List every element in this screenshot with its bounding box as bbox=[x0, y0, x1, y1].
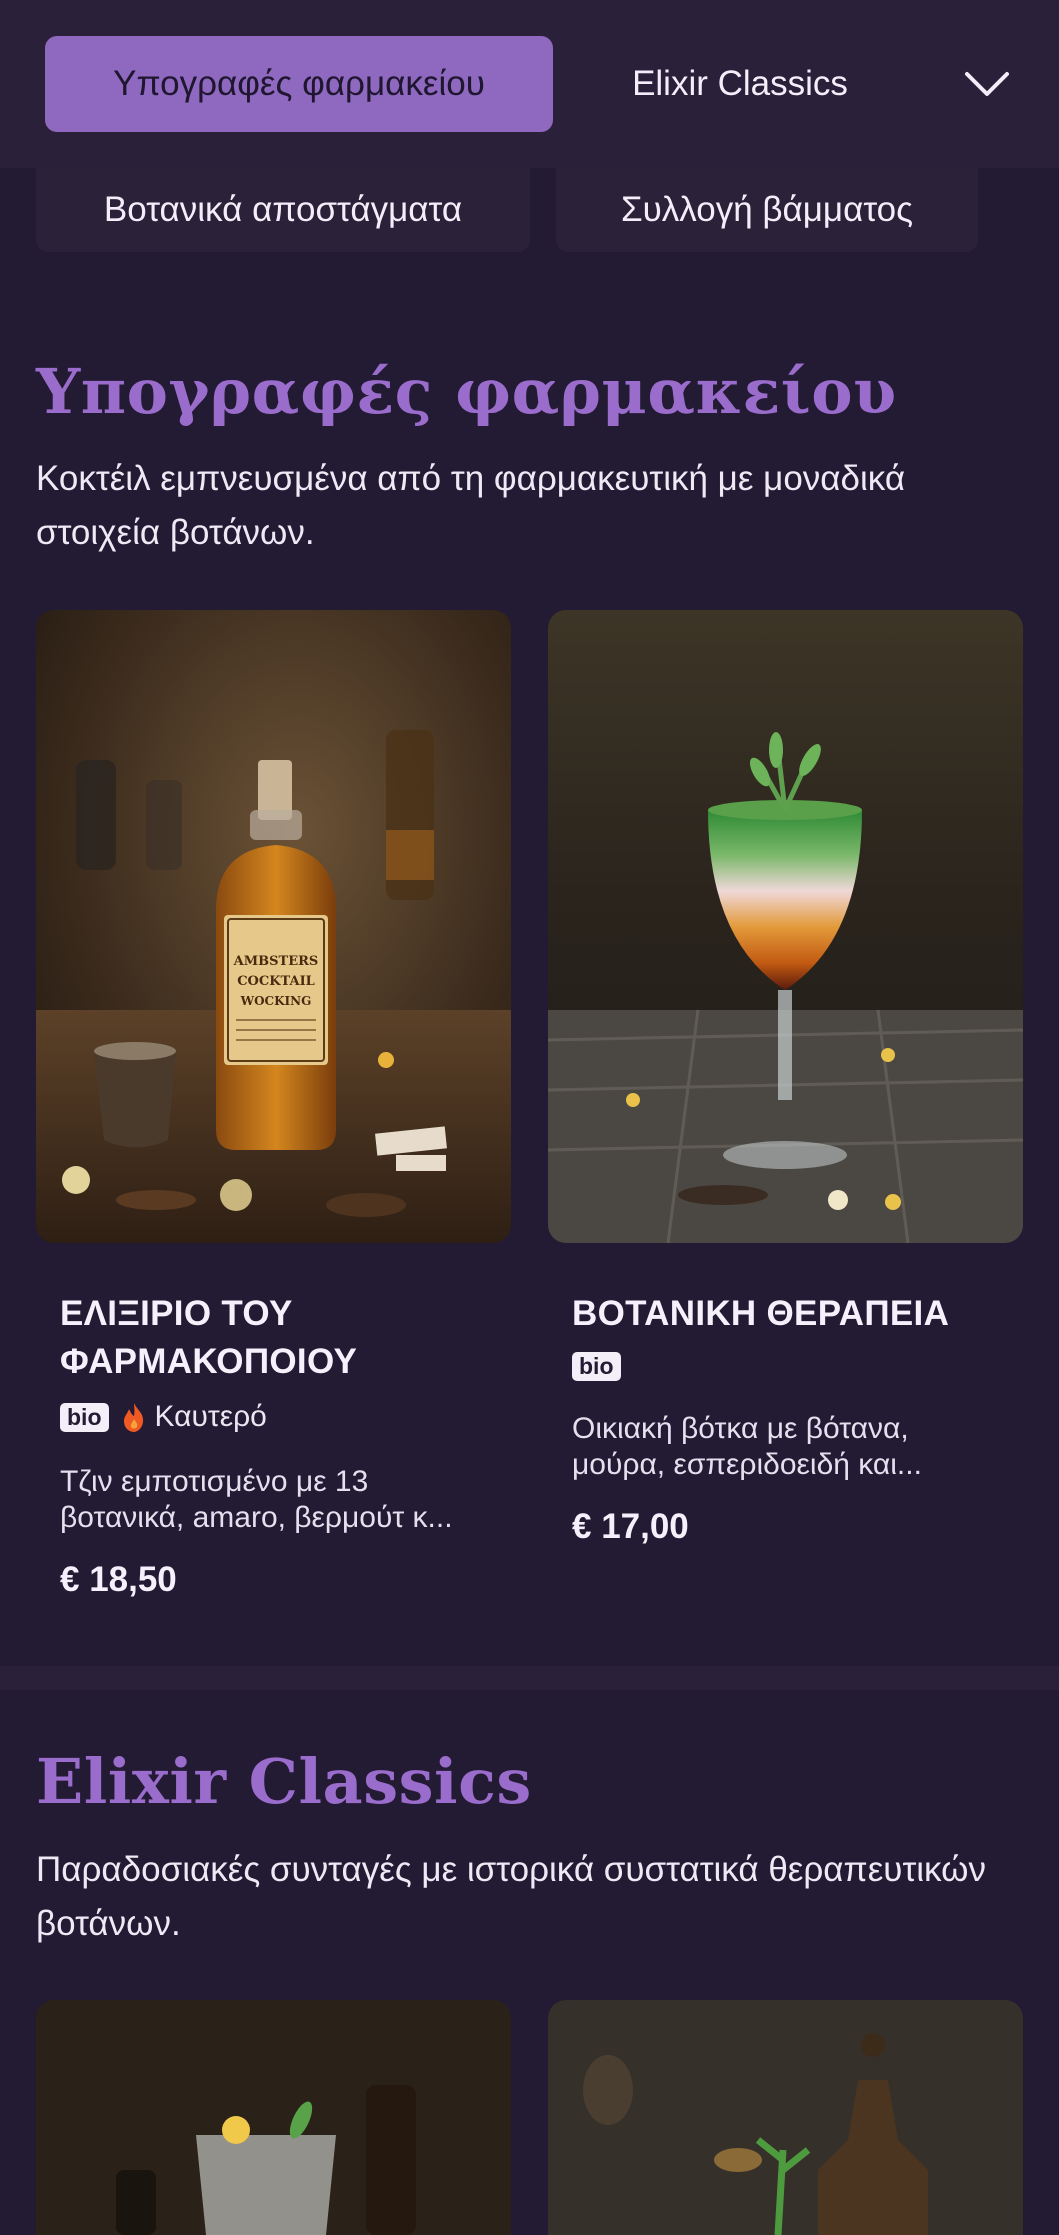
menu-item-details: ΒΟΤΑΝΙΚΗ ΘΕΡΑΠΕΙΑ bio Οικιακή βότκα με β… bbox=[548, 1290, 1023, 1547]
item-tags: bio bbox=[572, 1352, 999, 1381]
section-divider bbox=[0, 1666, 1059, 1690]
bio-badge: bio bbox=[572, 1352, 621, 1381]
item-description: Οικιακή βότκα με βότανα, μούρα, εσπεριδο… bbox=[572, 1412, 922, 1481]
section-description: Παραδοσιακές συνταγές με ιστορικά συστατ… bbox=[36, 1850, 986, 1943]
hot-tag: Καυτερό bbox=[121, 1400, 267, 1434]
svg-text:AMBSTERS: AMBSTERS bbox=[233, 954, 319, 969]
menu-item-card[interactable] bbox=[36, 2000, 511, 2235]
category-tab-elixir-classics[interactable]: Elixir Classics bbox=[600, 36, 880, 132]
item-price: € 17,00 bbox=[572, 1507, 689, 1546]
category-nav: Υπογραφές φαρμακείου Elixir Classics bbox=[0, 0, 1059, 168]
item-description: Τζιν εμποτισμένο με 13 βοτανικά, amaro, … bbox=[60, 1465, 453, 1534]
section-title: Elixir Classics bbox=[36, 1745, 532, 1818]
item-tags: bio Καυτερό bbox=[60, 1400, 487, 1434]
menu-item-card[interactable]: AMBSTERS COCKTAIL WOCKING bbox=[36, 610, 511, 1243]
menu-item-details: ΕΛΙΞΙΡΙΟ ΤΟΥ ΦΑΡΜΑΚΟΠΟΙΟΥ bio Καυτερό Τζ… bbox=[36, 1290, 511, 1600]
apothecary-elixir-image: AMBSTERS COCKTAIL WOCKING bbox=[36, 610, 511, 1243]
menu-item-card[interactable] bbox=[548, 2000, 1023, 2235]
svg-text:COCKTAIL: COCKTAIL bbox=[237, 974, 315, 989]
classic-gin-image bbox=[36, 2000, 511, 2235]
item-name: ΕΛΙΞΙΡΙΟ ΤΟΥ ΦΑΡΜΑΚΟΠΟΙΟΥ bbox=[60, 1294, 358, 1381]
botanical-therapy-image bbox=[548, 610, 1023, 1243]
svg-text:WOCKING: WOCKING bbox=[240, 994, 312, 1008]
flame-icon bbox=[123, 1403, 143, 1432]
item-price: € 18,50 bbox=[60, 1560, 177, 1599]
category-row-secondary: Βοτανικά αποστάγματα Συλλογή βάμματος bbox=[0, 168, 1059, 252]
item-name: ΒΟΤΑΝΙΚΗ ΘΕΡΑΠΕΙΑ bbox=[572, 1294, 950, 1333]
category-tab-pharmacy-signatures[interactable]: Υπογραφές φαρμακείου bbox=[45, 36, 553, 132]
bio-badge: bio bbox=[60, 1402, 109, 1432]
section-title: Υπογραφές φαρμακείου bbox=[36, 355, 897, 428]
category-tab-tincture-collection[interactable]: Συλλογή βάμματος bbox=[556, 168, 978, 252]
classic-herbal-image bbox=[548, 2000, 1023, 2235]
category-tab-botanical-distillates[interactable]: Βοτανικά αποστάγματα bbox=[36, 168, 530, 252]
menu-item-card[interactable] bbox=[548, 610, 1023, 1243]
section-description: Κοκτέιλ εμπνευσμένα από τη φαρμακευτική … bbox=[36, 459, 906, 552]
hot-label: Καυτερό bbox=[154, 1400, 267, 1433]
chevron-down-icon[interactable] bbox=[955, 56, 1019, 112]
